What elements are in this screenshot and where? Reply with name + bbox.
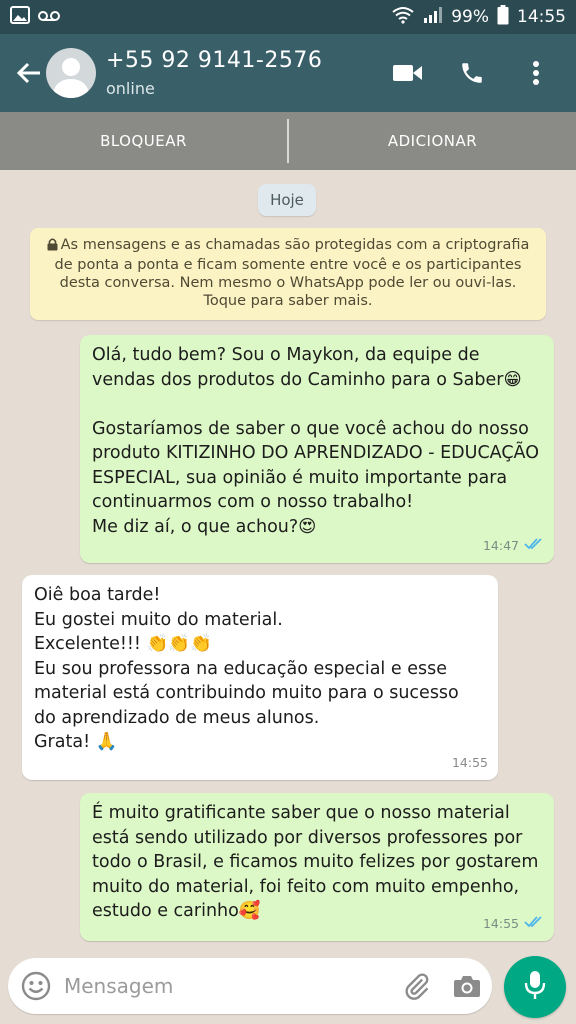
lock-icon (47, 238, 58, 256)
wifi-icon (391, 6, 415, 29)
message-text: É muito gratificante saber que o nosso m… (92, 803, 544, 921)
encryption-notice[interactable]: As mensagens e as chamadas são protegida… (30, 228, 546, 320)
header-actions (390, 55, 554, 91)
status-left (10, 5, 60, 29)
message-text: Oiê boa tarde! Eu gostei muito do materi… (34, 585, 459, 752)
chat-header: +55 92 9141-2576 online (0, 34, 576, 112)
video-call-icon[interactable] (390, 55, 426, 91)
message-incoming[interactable]: Oiê boa tarde! Eu gostei muito do materi… (22, 575, 498, 780)
chat-area[interactable]: Hoje As mensagens e as chamadas são prot… (0, 170, 576, 950)
message-outgoing[interactable]: É muito gratificante saber que o nosso m… (80, 793, 554, 941)
status-bar: 99% 14:55 (0, 0, 576, 34)
unknown-contact-bar: BLOQUEAR ADICIONAR (0, 112, 576, 170)
compose-bar (0, 950, 576, 1024)
message-meta: 14:55 (452, 751, 488, 776)
emoji-icon[interactable] (8, 958, 64, 1014)
encryption-notice-text: As mensagens e as chamadas são protegida… (54, 237, 530, 309)
message-time: 14:47 (482, 537, 519, 553)
message-meta: 14:47 (483, 534, 544, 559)
battery-icon (497, 4, 509, 30)
block-button[interactable]: BLOQUEAR (0, 132, 287, 150)
message-time: 14:55 (451, 754, 488, 770)
message-input[interactable] (64, 974, 392, 998)
add-contact-button[interactable]: ADICIONAR (289, 132, 576, 150)
message-outgoing[interactable]: Olá, tudo bem? Sou o Maykon, da equipe d… (80, 335, 554, 563)
compose-box (8, 958, 492, 1014)
mic-icon (524, 970, 546, 1004)
avatar[interactable] (46, 48, 96, 98)
paperclip-icon[interactable] (392, 958, 442, 1014)
voicemail-icon (38, 7, 60, 27)
contact-status: online (106, 79, 155, 98)
status-right: 99% 14:55 (391, 4, 566, 30)
battery-percent: 99% (451, 7, 489, 27)
contact-info[interactable]: +55 92 9141-2576 online (106, 48, 390, 98)
gallery-icon (10, 5, 30, 29)
double-check-icon (524, 912, 544, 937)
message-text: Olá, tudo bem? Sou o Maykon, da equipe d… (92, 345, 539, 537)
status-time: 14:55 (517, 7, 566, 27)
back-arrow-icon[interactable] (8, 52, 50, 94)
camera-icon[interactable] (442, 958, 492, 1014)
message-time: 14:55 (482, 915, 519, 931)
phone-icon[interactable] (454, 55, 490, 91)
mic-button[interactable] (504, 956, 566, 1018)
more-icon[interactable] (518, 55, 554, 91)
contact-name: +55 92 9141-2576 (106, 48, 323, 73)
signal-icon (423, 6, 443, 29)
message-meta: 14:55 (483, 912, 544, 937)
date-chip: Hoje (258, 184, 316, 216)
double-check-icon (524, 534, 544, 559)
